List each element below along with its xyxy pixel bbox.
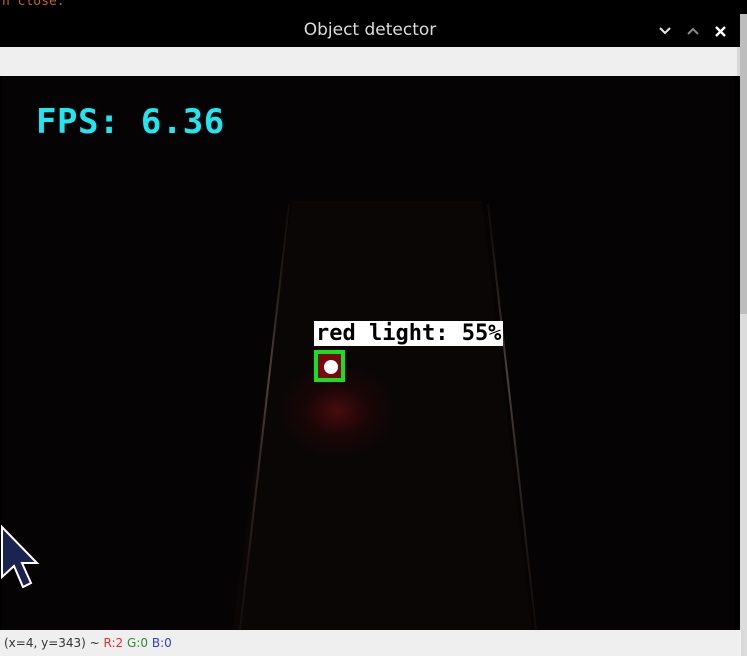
fps-counter: FPS: 6.36	[36, 102, 225, 142]
track-rails	[2, 76, 735, 630]
status-blue-value: B:0	[151, 636, 172, 650]
close-button[interactable]	[709, 20, 731, 42]
toolbar	[0, 47, 740, 76]
detection-bounding-box	[314, 350, 345, 382]
camera-view[interactable]: FPS: 6.36 red light: 55%	[2, 76, 735, 630]
minimize-button[interactable]	[654, 20, 676, 42]
close-icon	[714, 25, 726, 37]
maximize-button[interactable]	[682, 20, 704, 42]
window-title: Object detector	[303, 20, 437, 40]
status-coordinates: (x=4, y=343) ~	[4, 636, 100, 650]
status-red-value: R:2	[103, 636, 124, 650]
chevron-up-icon	[687, 27, 699, 35]
mouse-pointer-icon	[0, 524, 40, 593]
status-bar: (x=4, y=343) ~ R:2 G:0 B:0	[0, 630, 744, 656]
chevron-down-icon	[659, 27, 671, 35]
title-bar[interactable]: Object detector	[0, 14, 740, 47]
red-light-blob	[324, 360, 338, 374]
detection-label: red light: 55%	[314, 321, 504, 346]
status-green-value: G:0	[127, 636, 149, 650]
scrollbar-thumb[interactable]	[740, 14, 747, 314]
terminal-text: n close.	[2, 0, 65, 9]
object-detector-window: Object detector FPS: 6.36 red light: 55%…	[0, 14, 744, 656]
